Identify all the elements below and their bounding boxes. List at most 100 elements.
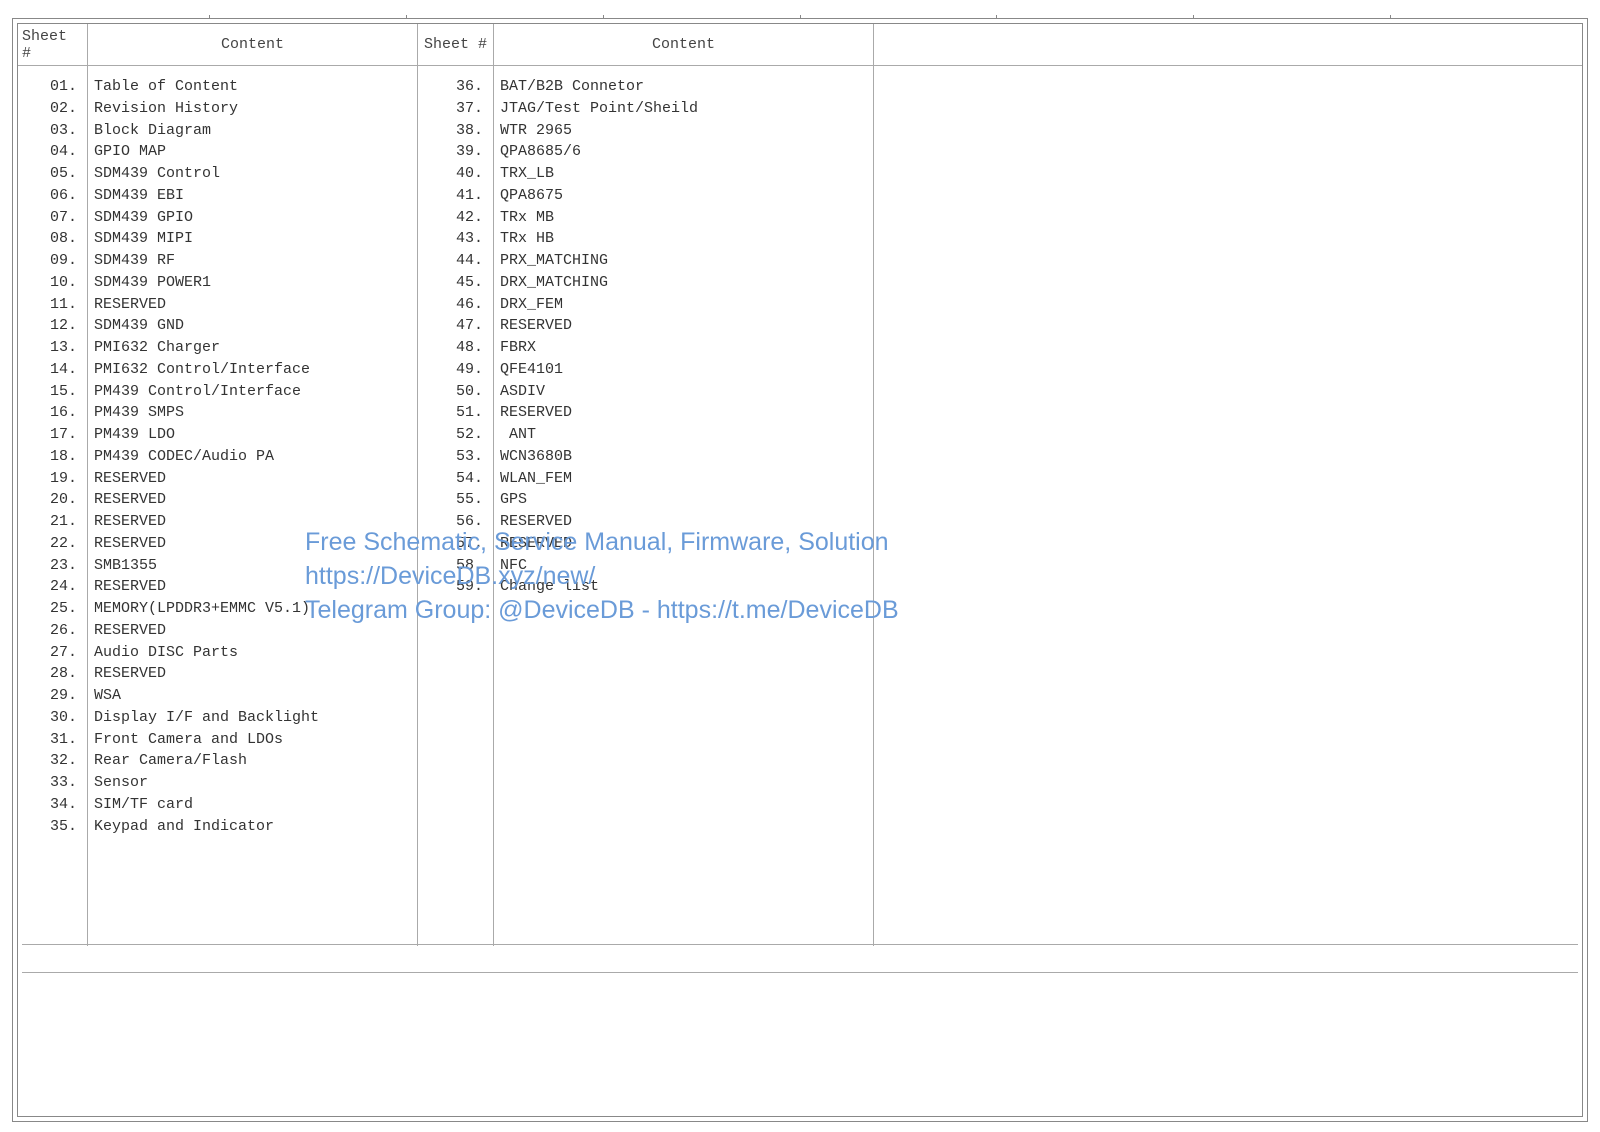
sheet-number: 06.: [18, 185, 77, 207]
sheet-number: 01.: [18, 76, 77, 98]
sheet-number: 59.: [418, 576, 483, 598]
sheet-number: 47.: [418, 315, 483, 337]
sheet-title: QFE4101: [500, 359, 873, 381]
sheet-number: 26.: [18, 620, 77, 642]
sheet-title: WLAN_FEM: [500, 468, 873, 490]
sheet-number: 24.: [18, 576, 77, 598]
sheet-title: PM439 CODEC/Audio PA: [94, 446, 417, 468]
col1-sheet-numbers: 01.02.03.04.05.06.07.08.09.10.11.12.13.1…: [18, 66, 88, 946]
sheet-title: SDM439 RF: [94, 250, 417, 272]
col2-content-titles: BAT/B2B ConnetorJTAG/Test Point/SheildWT…: [494, 66, 874, 946]
sheet-title: GPIO MAP: [94, 141, 417, 163]
sheet-number: 50.: [418, 381, 483, 403]
header-sheet-a: Sheet #: [18, 24, 88, 65]
sheet-number: 14.: [18, 359, 77, 381]
sheet-number: 09.: [18, 250, 77, 272]
header-content-b: Content: [494, 24, 874, 65]
sheet-title: PM439 SMPS: [94, 402, 417, 424]
sheet-title: RESERVED: [94, 489, 417, 511]
sheet-number: 08.: [18, 228, 77, 250]
col1-content-titles: Table of ContentRevision HistoryBlock Di…: [88, 66, 418, 946]
sheet-title: RESERVED: [500, 315, 873, 337]
sheet-number: 53.: [418, 446, 483, 468]
col2-sheet-numbers: 36.37.38.39.40.41.42.43.44.45.46.47.48.4…: [418, 66, 494, 946]
sheet-number: 07.: [18, 207, 77, 229]
sheet-number: 55.: [418, 489, 483, 511]
sheet-number: 35.: [18, 816, 77, 838]
sheet-number: 52.: [418, 424, 483, 446]
sheet-number: 45.: [418, 272, 483, 294]
sheet-number: 10.: [18, 272, 77, 294]
sheet-title: ASDIV: [500, 381, 873, 403]
sheet-number: 30.: [18, 707, 77, 729]
sheet-number: 17.: [18, 424, 77, 446]
sheet-title: WTR 2965: [500, 120, 873, 142]
col-rest-body: [874, 66, 1582, 946]
sheet-title: SDM439 Control: [94, 163, 417, 185]
sheet-title: Front Camera and LDOs: [94, 729, 417, 751]
sheet-number: 18.: [18, 446, 77, 468]
sheet-title: ANT: [500, 424, 873, 446]
sheet-title: SDM439 POWER1: [94, 272, 417, 294]
sheet-title: RESERVED: [500, 533, 873, 555]
sheet-number: 42.: [418, 207, 483, 229]
sheet-number: 34.: [18, 794, 77, 816]
sheet-title: RESERVED: [94, 620, 417, 642]
sheet-title: RESERVED: [94, 663, 417, 685]
sheet-title: RESERVED: [94, 468, 417, 490]
sheet-title: PM439 LDO: [94, 424, 417, 446]
sheet-title: JTAG/Test Point/Sheild: [500, 98, 873, 120]
sheet-number: 28.: [18, 663, 77, 685]
sheet-number: 20.: [18, 489, 77, 511]
sheet-number: 25.: [18, 598, 77, 620]
sheet-title: WCN3680B: [500, 446, 873, 468]
sheet-number: 04.: [18, 141, 77, 163]
sheet-title: Rear Camera/Flash: [94, 750, 417, 772]
sheet-title: RESERVED: [94, 294, 417, 316]
sheet-title: TRx HB: [500, 228, 873, 250]
sheet-number: 19.: [18, 468, 77, 490]
sheet-title: RESERVED: [500, 511, 873, 533]
sheet-title: Display I/F and Backlight: [94, 707, 417, 729]
sheet-number: 37.: [418, 98, 483, 120]
sheet-number: 39.: [418, 141, 483, 163]
sheet-number: 41.: [418, 185, 483, 207]
sheet-number: 54.: [418, 468, 483, 490]
sheet-title: WSA: [94, 685, 417, 707]
sheet-number: 16.: [18, 402, 77, 424]
sheet-title: TRx MB: [500, 207, 873, 229]
sheet-title: Change list: [500, 576, 873, 598]
sheet-title: FBRX: [500, 337, 873, 359]
sheet-title: SMB1355: [94, 555, 417, 577]
header-content-a: Content: [88, 24, 418, 65]
sheet-title: PRX_MATCHING: [500, 250, 873, 272]
sheet-title: SIM/TF card: [94, 794, 417, 816]
sheet-title: SDM439 GPIO: [94, 207, 417, 229]
sheet-number: 48.: [418, 337, 483, 359]
sheet-title: RESERVED: [94, 533, 417, 555]
sheet-number: 12.: [18, 315, 77, 337]
sheet-number: 57.: [418, 533, 483, 555]
sheet-title: Block Diagram: [94, 120, 417, 142]
sheet-title: QPA8685/6: [500, 141, 873, 163]
sheet-number: 11.: [18, 294, 77, 316]
sheet-title: RESERVED: [94, 576, 417, 598]
sheet-title: GPS: [500, 489, 873, 511]
sheet-title: BAT/B2B Connetor: [500, 76, 873, 98]
sheet-number: 23.: [18, 555, 77, 577]
sheet-number: 36.: [418, 76, 483, 98]
sheet-number: 02.: [18, 98, 77, 120]
header-rest: [874, 24, 1582, 65]
sheet-title: PMI632 Control/Interface: [94, 359, 417, 381]
sheet-title: SDM439 MIPI: [94, 228, 417, 250]
sheet-title: SDM439 EBI: [94, 185, 417, 207]
sheet-number: 03.: [18, 120, 77, 142]
sheet-number: 38.: [418, 120, 483, 142]
sheet-number: 46.: [418, 294, 483, 316]
sheet-number: 15.: [18, 381, 77, 403]
sheet-title: RESERVED: [500, 402, 873, 424]
sheet-title: Audio DISC Parts: [94, 642, 417, 664]
sheet-title: PM439 Control/Interface: [94, 381, 417, 403]
header-sheet-b: Sheet #: [418, 24, 494, 65]
sheet-title: PMI632 Charger: [94, 337, 417, 359]
